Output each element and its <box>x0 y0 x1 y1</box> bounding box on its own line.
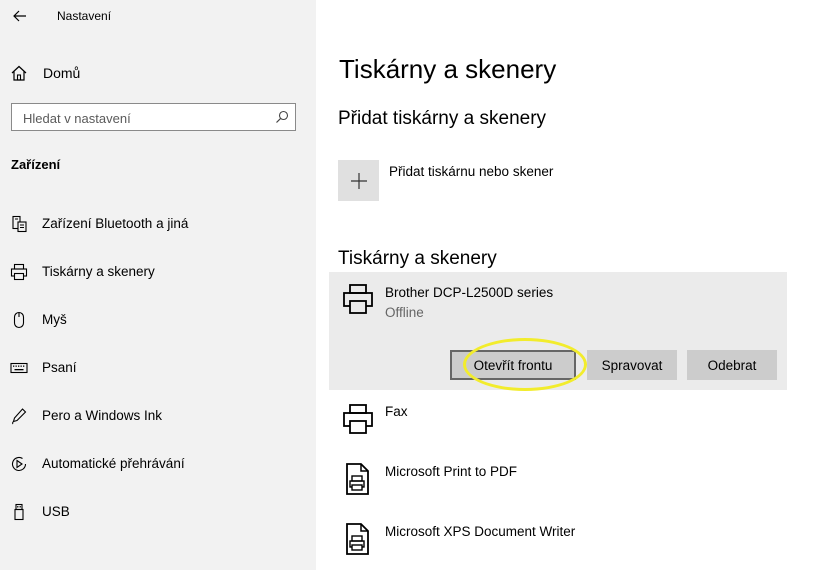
bluetooth-devices-icon <box>10 215 28 233</box>
sidebar-item-label: Myš <box>42 312 67 327</box>
printer-item-selected[interactable]: Brother DCP-L2500D series Offline Otevří… <box>329 272 787 390</box>
sidebar-item-typing[interactable]: Psaní <box>0 348 316 388</box>
printer-status: Offline <box>385 305 424 320</box>
fax-icon <box>341 402 375 436</box>
printer-icon <box>10 263 28 281</box>
printer-icon <box>341 282 375 316</box>
home-icon <box>10 64 28 82</box>
manage-button[interactable]: Spravovat <box>587 350 677 380</box>
pen-icon <box>10 407 28 425</box>
search-input[interactable] <box>21 108 265 128</box>
usb-icon <box>10 503 28 521</box>
mouse-icon <box>10 311 28 329</box>
document-printer-icon <box>341 522 375 556</box>
sidebar-item-autoplay[interactable]: Automatické přehrávání <box>0 444 316 484</box>
sidebar: Nastavení Domů Zařízení Zařízení Bluetoo… <box>0 0 316 570</box>
sidebar-item-label: Tiskárny a skenery <box>42 264 155 279</box>
search-box <box>11 103 296 131</box>
printer-item[interactable]: Fax <box>329 394 787 450</box>
sidebar-item-mouse[interactable]: Myš <box>0 300 316 340</box>
sidebar-item-label: Psaní <box>42 360 77 375</box>
printers-list-title: Tiskárny a skenery <box>338 248 497 269</box>
page-title: Tiskárny a skenery <box>339 54 557 84</box>
sidebar-item-pen[interactable]: Pero a Windows Ink <box>0 396 316 436</box>
search-icon[interactable] <box>275 110 289 124</box>
printer-name: Fax <box>385 404 408 419</box>
add-printer-button[interactable]: Přidat tiskárnu nebo skener <box>338 160 638 202</box>
open-queue-button[interactable]: Otevřít frontu <box>450 350 576 380</box>
sidebar-item-label: Zařízení Bluetooth a jiná <box>42 216 189 231</box>
add-section-title: Přidat tiskárny a skenery <box>338 108 547 129</box>
back-arrow-icon[interactable] <box>10 6 30 26</box>
printer-item[interactable]: Microsoft Print to PDF <box>329 454 787 510</box>
section-title: Zařízení <box>11 157 61 172</box>
sidebar-item-label: Domů <box>43 65 81 81</box>
keyboard-icon <box>10 359 28 377</box>
main-content: Tiskárny a skenery Přidat tiskárny a ske… <box>316 0 824 570</box>
sidebar-item-label: USB <box>42 504 70 519</box>
document-printer-icon <box>341 462 375 496</box>
plus-icon <box>338 160 379 201</box>
printer-name: Brother DCP-L2500D series <box>385 285 554 300</box>
app-title: Nastavení <box>57 9 112 23</box>
sidebar-item-usb[interactable]: USB <box>0 492 316 532</box>
autoplay-icon <box>10 455 28 473</box>
remove-button[interactable]: Odebrat <box>687 350 777 380</box>
printer-name: Microsoft Print to PDF <box>385 464 518 479</box>
sidebar-item-home[interactable]: Domů <box>0 56 316 90</box>
sidebar-item-label: Automatické přehrávání <box>42 456 185 471</box>
sidebar-item-bluetooth[interactable]: Zařízení Bluetooth a jiná <box>0 204 316 244</box>
sidebar-item-label: Pero a Windows Ink <box>42 408 163 423</box>
printer-item[interactable]: Microsoft XPS Document Writer <box>329 514 787 570</box>
sidebar-item-printers[interactable]: Tiskárny a skenery <box>0 252 316 292</box>
add-printer-label: Přidat tiskárnu nebo skener <box>389 164 554 179</box>
printer-name: Microsoft XPS Document Writer <box>385 524 576 539</box>
